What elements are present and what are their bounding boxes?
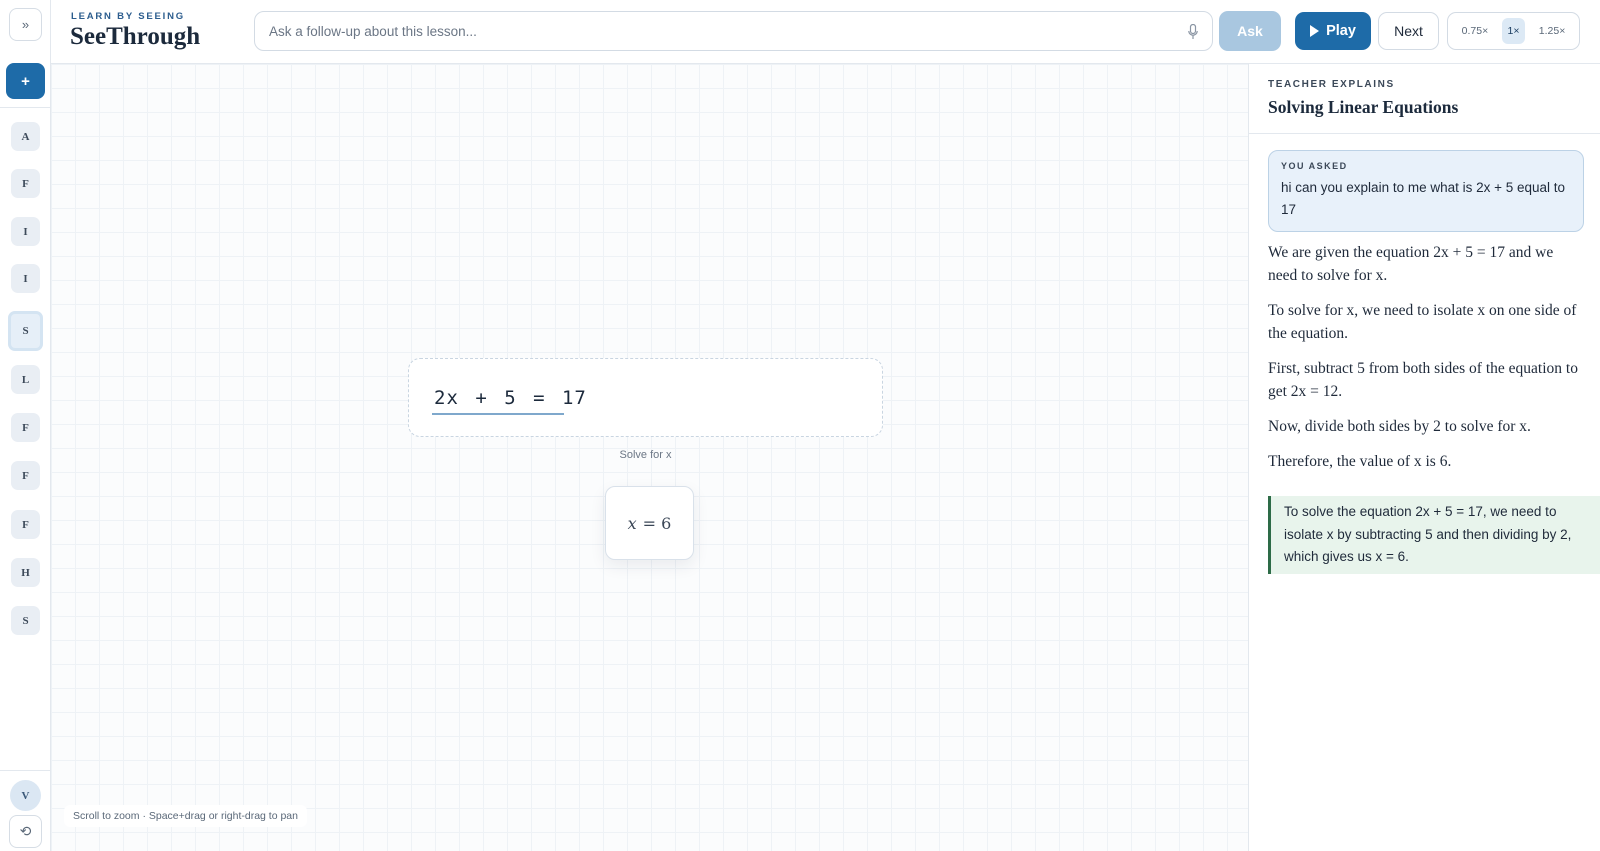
- double-chevron-right-icon: »: [21, 17, 30, 32]
- speed-option-1[interactable]: 1×: [1501, 18, 1526, 44]
- you-asked-label: YOU ASKED: [1281, 161, 1348, 171]
- answer-variable: x: [627, 513, 637, 533]
- plus-icon: +: [21, 72, 30, 90]
- panel-kicker: TEACHER EXPLAINS: [1268, 79, 1395, 90]
- explanation-paragraph: Now, divide both sides by 2 to solve for…: [1268, 418, 1531, 435]
- brand-kicker: LEARN BY SEEING: [71, 11, 185, 22]
- rotate-ccw-icon: ⟲: [19, 823, 32, 839]
- microphone-icon[interactable]: [1188, 24, 1198, 40]
- avatar[interactable]: V: [10, 780, 41, 811]
- equation-text: 2x + 5 = 17: [434, 387, 587, 409]
- equation-caption: Solve for x: [619, 449, 672, 461]
- lesson-chip[interactable]: A: [11, 122, 40, 151]
- explanation-paragraph: We are given the equation 2x + 5 = 17 an…: [1268, 244, 1554, 284]
- new-lesson-button[interactable]: +: [6, 63, 45, 99]
- canvas-hint: Scroll to zoom · Space+drag or right-dra…: [64, 805, 307, 827]
- lesson-chip[interactable]: F: [11, 169, 40, 198]
- rail-divider: [0, 770, 51, 771]
- lesson-chip[interactable]: H: [11, 558, 40, 587]
- playback-speed-selector: 0.75× 1× 1.25×: [1447, 12, 1580, 50]
- lesson-chip[interactable]: F: [11, 510, 40, 539]
- lesson-canvas[interactable]: 2x + 5 = 17 Solve for x x = 6 Scroll to …: [51, 64, 1248, 851]
- explanation-paragraph: To solve for x, we need to isolate x on …: [1268, 302, 1577, 342]
- speed-option-1-25[interactable]: 1.25×: [1533, 18, 1572, 44]
- equation-card[interactable]: 2x + 5 = 17: [408, 358, 883, 437]
- play-icon: [1310, 25, 1320, 37]
- play-button[interactable]: Play: [1295, 12, 1371, 50]
- lesson-chip[interactable]: L: [11, 365, 40, 394]
- lesson-chip[interactable]: I: [11, 217, 40, 246]
- summary-callout: To solve the equation 2x + 5 = 17, we ne…: [1268, 496, 1600, 574]
- user-question-text: hi can you explain to me what is 2x + 5 …: [1281, 180, 1566, 217]
- next-button[interactable]: Next: [1378, 12, 1439, 50]
- lesson-chip[interactable]: F: [11, 413, 40, 442]
- lesson-chip[interactable]: F: [11, 461, 40, 490]
- left-rail: » + A F I I S L F F F H S V ⟲: [0, 0, 51, 851]
- explanation-paragraph: First, subtract 5 from both sides of the…: [1268, 360, 1578, 400]
- ask-button[interactable]: Ask: [1219, 11, 1281, 51]
- speed-option-0-75[interactable]: 0.75×: [1456, 18, 1495, 44]
- lesson-chip[interactable]: S: [11, 606, 40, 635]
- answer-card[interactable]: x = 6: [605, 486, 694, 560]
- explanation-paragraph: Therefore, the value of x is 6.: [1268, 453, 1452, 470]
- answer-value: = 6: [642, 513, 672, 533]
- lesson-chip[interactable]: I: [11, 264, 40, 293]
- rail-divider: [0, 107, 51, 108]
- equation-underline: [432, 413, 564, 415]
- panel-header: TEACHER EXPLAINS Solving Linear Equation…: [1249, 64, 1600, 134]
- expand-sidebar-button[interactable]: »: [9, 8, 42, 41]
- reset-view-button[interactable]: ⟲: [9, 815, 42, 848]
- follow-up-search-bar: [254, 11, 1213, 51]
- lesson-chip-active[interactable]: S: [8, 311, 43, 351]
- top-bar: LEARN BY SEEING SeeThrough Ask Play Next…: [51, 0, 1600, 64]
- user-question-card: YOU ASKED hi can you explain to me what …: [1268, 150, 1584, 232]
- brand-logo: SeeThrough: [70, 23, 201, 50]
- teacher-panel: TEACHER EXPLAINS Solving Linear Equation…: [1248, 64, 1600, 851]
- lesson-title: Solving Linear Equations: [1268, 97, 1459, 117]
- follow-up-input[interactable]: [269, 12, 1159, 50]
